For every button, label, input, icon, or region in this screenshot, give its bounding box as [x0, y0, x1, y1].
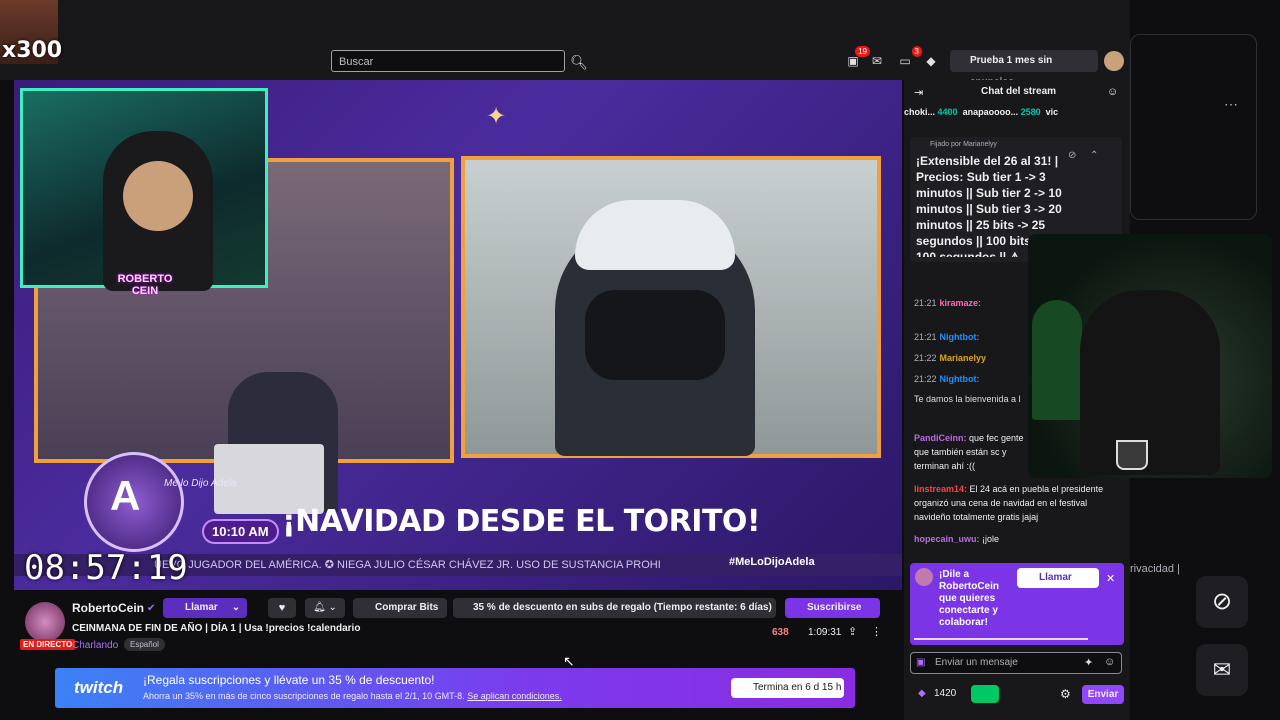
share-icon[interactable]: ⇪	[848, 625, 857, 638]
broadcast-headline: ¡NAVIDAD DESDE EL TORITO!	[282, 504, 761, 539]
video-panel-kitchen	[461, 156, 881, 458]
streamer-webcam: ROBERTO CEIN	[20, 88, 268, 297]
viewer-count: 638	[772, 627, 789, 638]
close-icon[interactable]: ✕	[1106, 572, 1115, 585]
prime-loot-icon[interactable]: ▣ 19	[844, 46, 870, 70]
twitch-logo: twitch	[74, 678, 124, 697]
channel-avatar[interactable]	[25, 602, 65, 642]
collapse-chat-icon[interactable]: ⇥	[914, 86, 923, 99]
more-options-icon[interactable]: ⋮	[871, 625, 882, 638]
mouse-cursor-icon: ↖	[563, 653, 575, 669]
chat-settings-icon[interactable]: ⚙	[1060, 687, 1071, 701]
broadcast-time-tag: 10:10 AM	[202, 519, 279, 544]
background-card	[1130, 34, 1257, 220]
callout-progress-bar	[914, 638, 1088, 640]
show-logo-icon: A	[110, 472, 141, 519]
verified-icon: ✔	[147, 603, 156, 614]
follow-heart-button[interactable]: ♥	[268, 598, 296, 618]
emote-picker-icon[interactable]: ☺	[1104, 656, 1115, 668]
chat-title: Chat del stream	[981, 86, 1057, 97]
community-icon[interactable]: ☺	[1107, 86, 1118, 98]
banner-title: ¡Regala suscripciones y llévate un 35 % …	[143, 673, 435, 687]
star-icon: ✦	[486, 103, 507, 130]
live-badge: EN DIRECTO	[20, 639, 76, 650]
privacy-link[interactable]: rivacidad |	[1130, 563, 1180, 575]
compass-icon[interactable]: ⊘	[1196, 576, 1248, 628]
show-logo-text: Me lo Dijo Adela	[164, 478, 237, 489]
christmas-tree-shape	[1032, 300, 1082, 420]
stream-title: CEINMANA DE FIN DE AÑO | DÍA 1 | Usa !pr…	[72, 623, 361, 634]
whispers-count-badge: 3	[911, 46, 922, 57]
heart-icon: ♥	[278, 602, 286, 614]
callout-text: ¡Dile a RobertoCein que quieres conectar…	[939, 569, 999, 628]
gift-sub-discount-button[interactable]: 35 % de descuento en subs de regalo (Tie…	[453, 598, 776, 618]
bits-balance: 1420	[934, 688, 957, 699]
bits-gem-icon: ◆	[918, 688, 926, 699]
terms-link[interactable]: Se aplican condiciones.	[467, 691, 562, 701]
webcam-person-figure	[1080, 290, 1220, 475]
overlay-x300-label: x300	[2, 38, 63, 63]
send-button[interactable]: Enviar	[1082, 685, 1124, 704]
chevron-down-icon[interactable]: ⌄	[232, 602, 240, 613]
mug-shape	[1116, 440, 1148, 470]
banner-countdown-button[interactable]: Termina en 6 d 15 h	[731, 678, 844, 698]
leaderboard-user: vic	[1045, 107, 1059, 117]
call-button[interactable]: Llamar ⌄	[163, 598, 247, 618]
leaderboard-amount: 4400	[937, 107, 958, 117]
news-ticker-text: UEVO JUGADOR DEL AMÉRICA. ✪ NIEGA JULIO …	[154, 559, 661, 571]
banner-subtitle: Ahorra un 35% en más de cinco suscripcio…	[143, 691, 562, 701]
notifications-button[interactable]: 🔔︎ ⌄	[305, 598, 345, 618]
user-avatar[interactable]	[1104, 51, 1124, 71]
ad-free-trial-button[interactable]: Prueba 1 mes sin anuncios	[950, 50, 1098, 88]
callout-call-button[interactable]: Llamar	[1017, 568, 1099, 588]
bits-cheer-icon[interactable]: ✦	[1084, 656, 1093, 669]
category-link[interactable]: Charlando	[72, 640, 118, 651]
buy-bits-button[interactable]: Comprar Bits	[353, 598, 447, 618]
whispers-icon[interactable]: ▭ 3	[896, 46, 922, 70]
face-mask-shape	[585, 290, 725, 380]
bits-icon[interactable]: ◆	[922, 52, 940, 70]
hairnet-shape	[575, 200, 735, 270]
hide-pinned-icon[interactable]: ⊘	[1068, 150, 1076, 161]
gift-leaderboard[interactable]: choki... 4400 anapaoooo... 2580 vic	[904, 107, 1130, 125]
chevron-up-icon[interactable]: ⌃	[1090, 150, 1098, 161]
ticker-hashtag: #MeLoDijoAdela	[729, 556, 815, 568]
callout-avatar	[915, 568, 933, 586]
more-icon[interactable]: ⋯	[1224, 96, 1238, 113]
pinned-by-label: Fijado por Marianelyy	[930, 141, 997, 148]
language-tag[interactable]: Español	[124, 638, 165, 651]
chat-badge-icon[interactable]: ▣	[916, 657, 925, 668]
chat-message: PandiCeinn: que fec gente que también es…	[914, 433, 1024, 471]
leaderboard-amount: 2580	[1020, 107, 1041, 117]
chat-message: linstream14: El 24 acá en puebla el pres…	[914, 484, 1104, 522]
stream-uptime: 1:09:31	[808, 627, 842, 638]
mail-icon[interactable]: ✉	[1196, 644, 1248, 696]
inbox-icon[interactable]: ✉	[868, 52, 886, 70]
chat-message: hopecain_uwu: ¡jole	[914, 534, 1000, 544]
channel-points-button[interactable]	[971, 685, 999, 703]
call-button-label: Llamar	[185, 602, 218, 613]
streamer-face	[123, 161, 193, 231]
search-icon[interactable]: 🔍︎	[567, 50, 591, 74]
leaderboard-user: anapaoooo...	[962, 107, 1019, 117]
search-input[interactable]: Buscar	[331, 50, 565, 72]
stream-clock-overlay: 08:57:19	[24, 548, 188, 588]
bell-icon: 🔔︎	[313, 602, 326, 613]
leaderboard-user: choki...	[904, 107, 936, 117]
banner-subtitle-text: Ahorra un 35% en más de cinco suscripcio…	[143, 691, 468, 701]
webcam-name-tag: ROBERTO CEIN	[117, 273, 173, 297]
subscribe-button[interactable]: Suscribirse	[785, 598, 880, 618]
video-player[interactable]: ✦ ROBERTO CEIN A Me lo Dijo Adela 10:10 …	[14, 80, 902, 590]
channel-name-link[interactable]: RobertoCein	[72, 601, 144, 615]
